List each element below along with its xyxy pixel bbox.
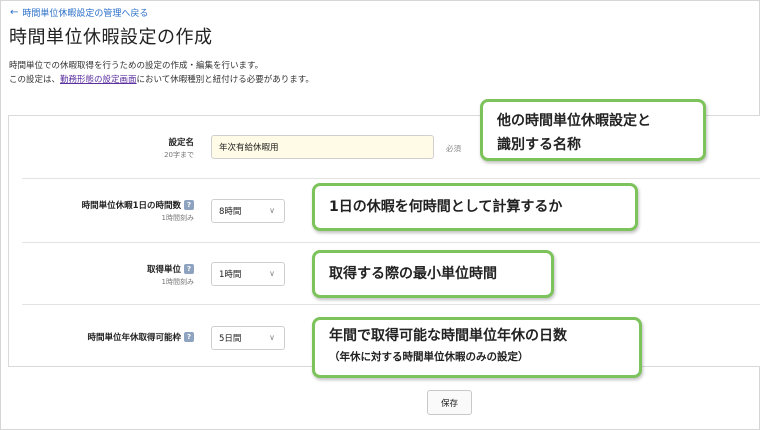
annual-limit-value: 5日間 (219, 334, 242, 344)
description-suffix: において休暇種別と紐付ける必要があります。 (136, 75, 314, 85)
required-badge: 必須 (446, 144, 461, 153)
name-label: 設定名 (164, 136, 194, 148)
callout-setting-name-line-1: 他の時間単位休暇設定と (497, 113, 651, 129)
callout-annual-limit-line-2: （年休に対する時間単位休暇のみの設定） (329, 351, 529, 363)
page-description: 時間単位での休暇取得を行うための設定の作成・編集を行います。 この設定は、勤務形… (9, 59, 314, 87)
callout-annual-limit-line-1: 年間で取得可能な時間単位年休の日数 (329, 328, 567, 344)
callout-setting-name: 他の時間単位休暇設定と 識別する名称 (480, 99, 706, 161)
unit-label: 取得単位 ? (147, 263, 194, 275)
page-title: 時間単位休暇設定の作成 (9, 27, 213, 48)
setting-name-input[interactable] (211, 135, 434, 159)
help-icon[interactable]: ? (184, 200, 194, 210)
back-link[interactable]: ← 時間単位休暇設定の管理へ戻る (10, 6, 148, 19)
callout-unit: 取得する際の最小単位時間 (312, 250, 554, 298)
limit-label: 時間単位年休取得可能枠 ? (87, 331, 194, 343)
limit-label-text: 時間単位年休取得可能枠 (87, 333, 181, 343)
description-prefix: この設定は、 (9, 75, 61, 85)
description-line-2: この設定は、勤務形態の設定画面において休暇種別と紐付ける必要があります。 (9, 73, 314, 87)
hours-sublabel: 1時間刻み (161, 214, 194, 222)
annual-limit-select[interactable]: 5日間 ∨ (211, 326, 285, 350)
unit-value: 1時間 (219, 270, 242, 280)
chevron-down-icon: ∨ (269, 269, 275, 278)
page-frame: ← 時間単位休暇設定の管理へ戻る 時間単位休暇設定の作成 時間単位での休暇取得を… (0, 0, 760, 430)
hours-per-day-value: 8時間 (219, 207, 242, 217)
name-label-group: 設定名 20字まで (164, 136, 194, 160)
unit-select[interactable]: 1時間 ∨ (211, 262, 285, 286)
save-button[interactable]: 保存 (427, 390, 472, 415)
limit-label-group: 時間単位年休取得可能枠 ? (87, 331, 194, 343)
arrow-left-icon: ← (10, 7, 19, 18)
name-sublabel: 20字まで (164, 151, 194, 159)
hours-label-group: 時間単位休暇1日の時間数 ? 1時間刻み (82, 199, 194, 223)
back-link-label: 時間単位休暇設定の管理へ戻る (22, 9, 149, 19)
callout-hours-per-day: 1日の休暇を何時間として計算するか (312, 183, 638, 231)
help-icon[interactable]: ? (184, 264, 194, 274)
description-line-1: 時間単位での休暇取得を行うための設定の作成・編集を行います。 (9, 61, 264, 71)
callout-annual-limit: 年間で取得可能な時間単位年休の日数 （年休に対する時間単位休暇のみの設定） (312, 317, 642, 378)
hours-label: 時間単位休暇1日の時間数 ? (82, 199, 194, 211)
unit-label-text: 取得単位 (146, 265, 181, 275)
hours-label-text: 時間単位休暇1日の時間数 (81, 201, 181, 211)
callout-setting-name-line-2: 識別する名称 (497, 137, 581, 153)
hours-per-day-select[interactable]: 8時間 ∨ (211, 199, 285, 223)
chevron-down-icon: ∨ (269, 206, 275, 215)
unit-sublabel: 1時間刻み (161, 278, 194, 286)
work-pattern-settings-link[interactable]: 勤務形態の設定画面 (60, 75, 137, 85)
chevron-down-icon: ∨ (269, 333, 275, 342)
name-label-text: 設定名 (168, 138, 194, 148)
unit-label-group: 取得単位 ? 1時間刻み (147, 263, 194, 287)
help-icon[interactable]: ? (184, 332, 194, 342)
